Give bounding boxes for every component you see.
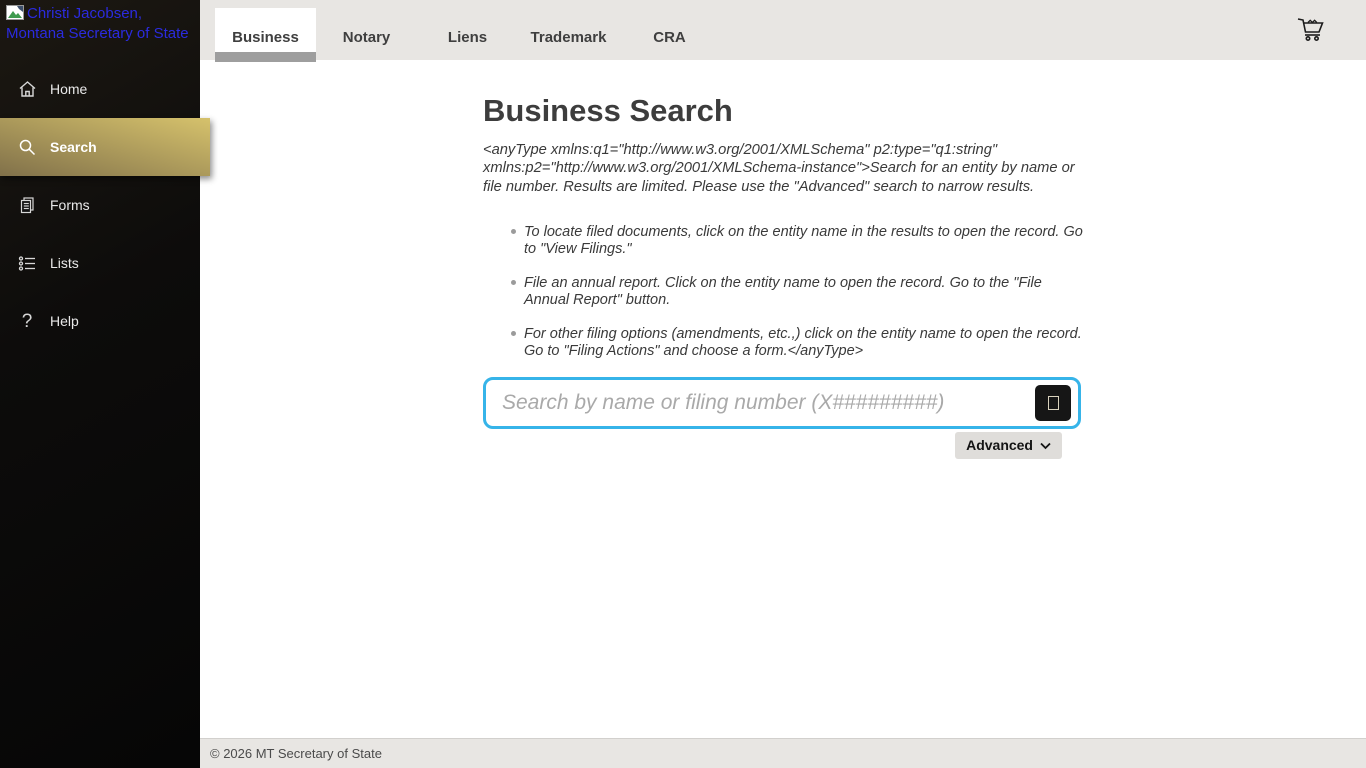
intro-text: <anyType xmlns:q1="http://www.w3.org/200… xyxy=(483,141,1083,196)
bullet-dot xyxy=(511,280,516,285)
tab-label: CRA xyxy=(653,29,686,46)
active-tab-underline xyxy=(215,52,316,62)
list-item-text: For other filing options (amendments, et… xyxy=(524,326,1082,359)
home-icon xyxy=(17,80,37,98)
chevron-down-icon xyxy=(1040,437,1051,453)
tab-notary[interactable]: Notary xyxy=(316,0,417,63)
bullet-dot xyxy=(511,331,516,336)
sidebar-item-label: Forms xyxy=(50,197,90,213)
main-content: Business Search <anyType xmlns:q1="http:… xyxy=(200,60,1366,738)
tab-cra[interactable]: CRA xyxy=(619,0,720,63)
advanced-row: Advanced xyxy=(483,432,1081,459)
tab-label: Business xyxy=(232,29,299,46)
sidebar-item-label: Lists xyxy=(50,255,79,271)
list-item: File an annual report. Click on the enti… xyxy=(511,275,1083,309)
search-icon xyxy=(17,138,37,157)
copyright-text: © 2026 MT Secretary of State xyxy=(210,746,382,761)
sidebar-item-help[interactable]: ? Help xyxy=(0,292,200,350)
logo-link[interactable]: Christi Jacobsen, Montana Secretary of S… xyxy=(0,0,200,43)
sidebar-item-label: Search xyxy=(50,139,97,155)
list-item-text: To locate filed documents, click on the … xyxy=(524,224,1083,257)
tab-label: Trademark xyxy=(531,29,607,46)
lists-icon xyxy=(17,255,37,272)
list-item: To locate filed documents, click on the … xyxy=(511,224,1083,258)
footer: © 2026 MT Secretary of State xyxy=(200,738,1366,768)
tab-liens[interactable]: Liens xyxy=(417,0,518,63)
instruction-list: To locate filed documents, click on the … xyxy=(483,224,1083,360)
missing-glyph-box-icon xyxy=(1048,396,1059,410)
advanced-button-label: Advanced xyxy=(966,437,1033,453)
sidebar-item-label: Home xyxy=(50,81,87,97)
tab-business[interactable]: Business xyxy=(215,0,316,63)
tab-label: Liens xyxy=(448,29,487,46)
shopping-cart-button[interactable] xyxy=(1294,13,1328,45)
forms-icon xyxy=(17,196,37,215)
page-title: Business Search xyxy=(483,93,1083,129)
bullet-dot xyxy=(511,229,516,234)
module-tabs: Business Notary Liens Trademark CRA xyxy=(215,0,720,63)
logo-alt-text: Christi Jacobsen, Montana Secretary of S… xyxy=(6,5,189,42)
sidebar-nav: Home Search Forms xyxy=(0,60,200,350)
sidebar: Christi Jacobsen, Montana Secretary of S… xyxy=(0,0,200,768)
list-item: For other filing options (amendments, et… xyxy=(511,326,1083,360)
sidebar-item-forms[interactable]: Forms xyxy=(0,176,200,234)
advanced-search-button[interactable]: Advanced xyxy=(955,432,1062,459)
sidebar-item-lists[interactable]: Lists xyxy=(0,234,200,292)
search-input[interactable] xyxy=(483,377,1081,429)
sidebar-item-search[interactable]: Search xyxy=(0,118,210,176)
search-bar xyxy=(483,377,1081,429)
broken-image-icon xyxy=(6,5,24,25)
top-navigation-bar: Business Notary Liens Trademark CRA xyxy=(200,0,1366,60)
sidebar-item-home[interactable]: Home xyxy=(0,60,200,118)
tab-trademark[interactable]: Trademark xyxy=(518,0,619,63)
shopping-cart-icon xyxy=(1295,31,1327,46)
list-item-text: File an annual report. Click on the enti… xyxy=(524,275,1042,308)
sidebar-item-label: Help xyxy=(50,313,79,329)
tab-label: Notary xyxy=(343,29,391,46)
help-icon: ? xyxy=(17,312,37,331)
search-button[interactable] xyxy=(1035,385,1071,421)
